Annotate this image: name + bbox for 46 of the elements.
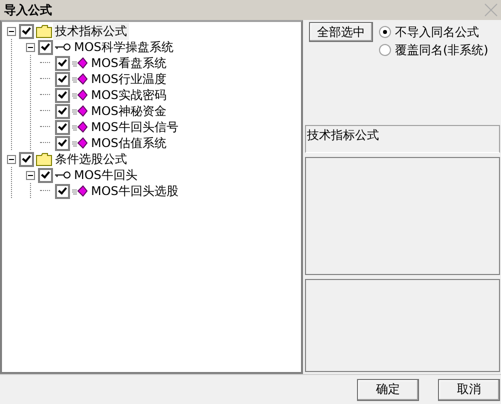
gem-icon: [72, 105, 88, 117]
option-label[interactable]: 不导入同名公式: [395, 24, 479, 40]
tree-item[interactable]: MOS神秘资金: [89, 102, 168, 120]
checkbox[interactable]: [55, 184, 70, 198]
checkbox[interactable]: [55, 136, 70, 150]
tree-item[interactable]: MOS实战密码: [89, 86, 168, 104]
radio-button[interactable]: [379, 44, 391, 56]
gem-icon: [72, 121, 88, 133]
select-all-button[interactable]: 全部选中: [309, 22, 373, 42]
checkbox[interactable]: [55, 104, 70, 118]
gem-icon: [72, 89, 88, 101]
tree-item[interactable]: MOS科学操盘系统: [72, 38, 176, 56]
window-title: 导入公式: [4, 2, 52, 18]
folder-icon: [36, 24, 52, 38]
dialog-button[interactable]: 取消: [438, 378, 500, 400]
checkbox[interactable]: [19, 24, 34, 38]
checkbox[interactable]: [55, 56, 70, 70]
checkbox[interactable]: [38, 40, 53, 54]
tree-item[interactable]: MOS行业温度: [89, 70, 168, 88]
dialog-button[interactable]: 确定: [357, 378, 419, 400]
checkbox[interactable]: [55, 120, 70, 134]
checkbox[interactable]: [55, 88, 70, 102]
collapse-icon[interactable]: [7, 26, 16, 36]
radio-button[interactable]: [379, 26, 391, 38]
checkbox[interactable]: [38, 168, 53, 182]
tree-item[interactable]: MOS牛回头选股: [89, 182, 180, 200]
collapse-icon[interactable]: [26, 42, 35, 52]
collapse-icon[interactable]: [7, 154, 16, 164]
tree-item[interactable]: 技术指标公式: [53, 22, 129, 40]
key-icon: [55, 43, 71, 51]
checkbox[interactable]: [19, 152, 34, 166]
tree-item[interactable]: MOS牛回头: [72, 166, 140, 184]
gem-icon: [72, 185, 88, 197]
gem-icon: [72, 57, 88, 69]
tree-item[interactable]: MOS牛回头信号: [89, 118, 180, 136]
category-field[interactable]: 技术指标公式: [305, 125, 500, 154]
folder-icon: [36, 152, 52, 166]
gem-icon: [72, 73, 88, 85]
checkbox[interactable]: [55, 72, 70, 86]
key-icon: [55, 171, 71, 179]
collapse-icon[interactable]: [26, 170, 35, 180]
option-label[interactable]: 覆盖同名(非系统): [395, 42, 488, 58]
gem-icon: [72, 137, 88, 149]
tree-item[interactable]: MOS看盘系统: [89, 54, 168, 72]
tree-item[interactable]: MOS估值系统: [89, 134, 168, 152]
tree-item[interactable]: 条件选股公式: [53, 150, 129, 168]
